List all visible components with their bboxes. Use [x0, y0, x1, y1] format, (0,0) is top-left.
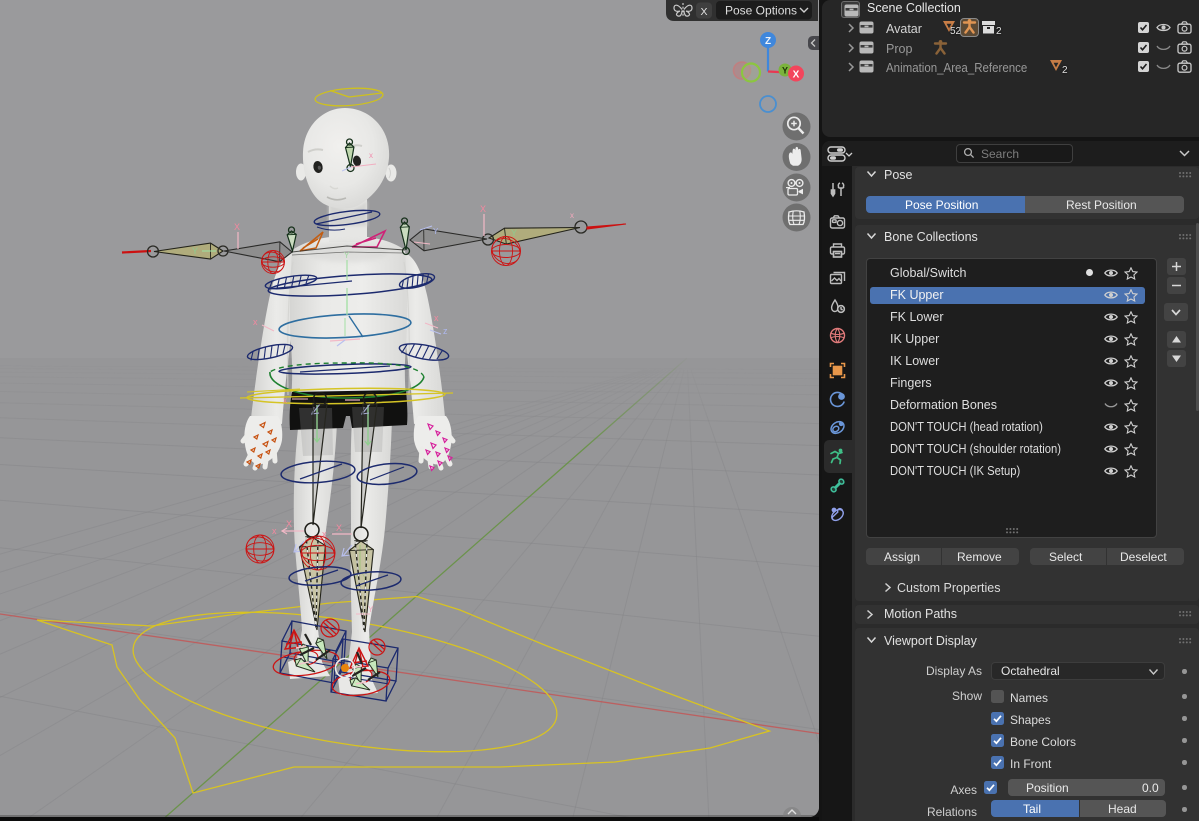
svg-text:Y: Y [511, 228, 517, 238]
svg-text:z: z [443, 326, 448, 336]
svg-text:X: X [700, 6, 707, 18]
svg-text:X: X [286, 519, 292, 529]
svg-text:x: x [253, 317, 258, 327]
svg-text:Z: Z [765, 36, 771, 47]
svg-text:Y: Y [368, 605, 374, 614]
svg-text:x: x [272, 526, 277, 536]
svg-text:X: X [793, 70, 800, 81]
svg-text:Y: Y [433, 227, 439, 236]
svg-text:Y: Y [344, 251, 350, 260]
svg-text:X: X [480, 204, 486, 214]
svg-text:x: x [570, 211, 574, 220]
svg-text:Pose Options: Pose Options [725, 4, 797, 18]
svg-text:x: x [369, 151, 373, 160]
svg-text:Y: Y [192, 246, 198, 256]
svg-text:Y: Y [782, 66, 788, 76]
svg-text:x: x [434, 313, 439, 323]
svg-text:X: X [336, 523, 342, 533]
svg-text:X: X [234, 222, 240, 232]
svg-text:x: x [283, 396, 287, 405]
